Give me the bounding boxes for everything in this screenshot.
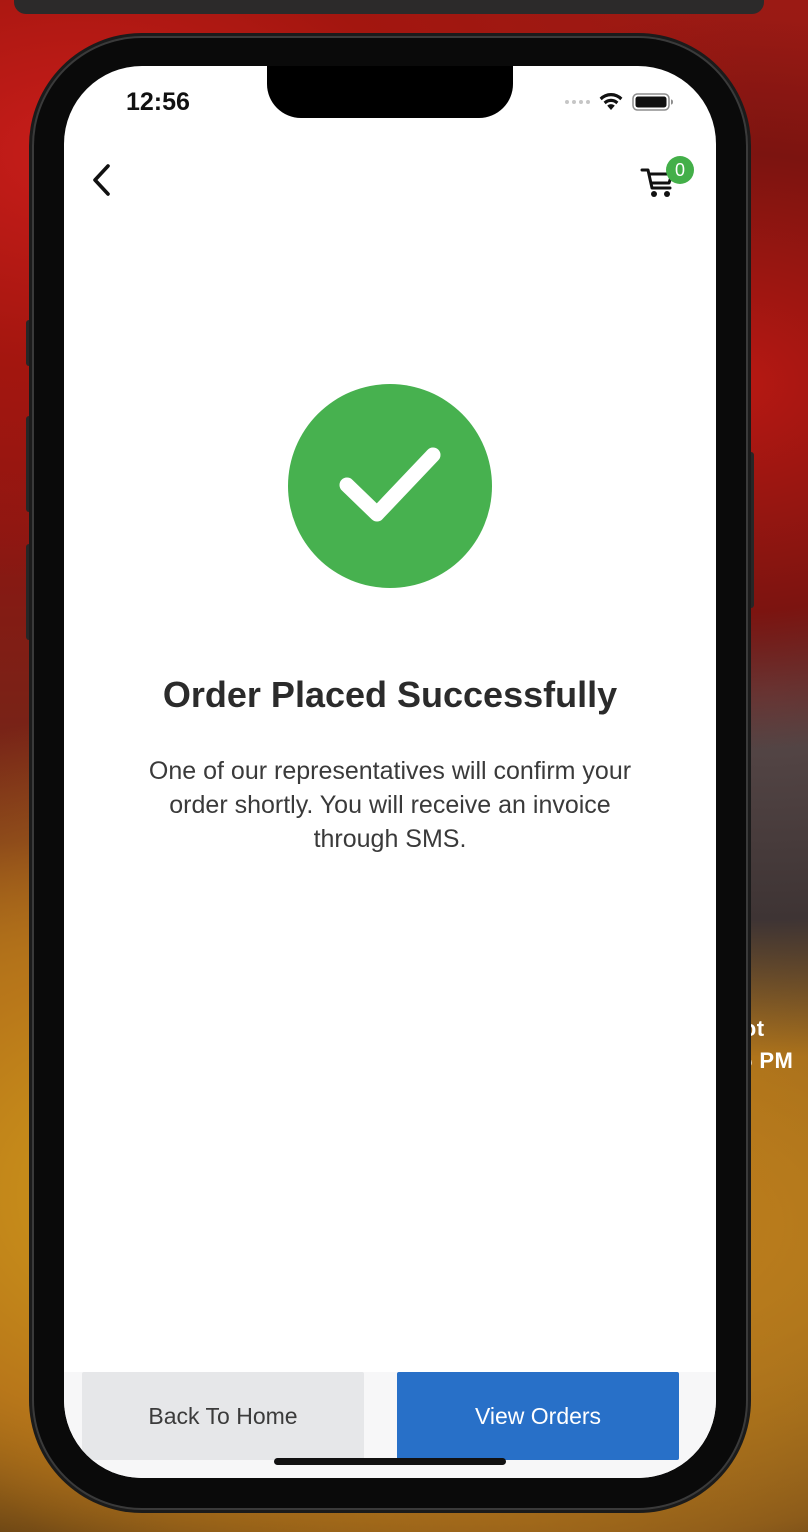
success-badge <box>288 384 492 588</box>
view-orders-button[interactable]: View Orders <box>397 1372 679 1460</box>
phone-screen: 12:56 0 Order Placed Successfully One of… <box>64 66 716 1478</box>
home-indicator[interactable] <box>274 1458 506 1465</box>
phone-volume-up-button <box>26 416 34 512</box>
phone-volume-down-button <box>26 544 34 640</box>
background-partial-text-bottom: 5 PM <box>740 1048 794 1073</box>
status-icons <box>565 92 674 112</box>
page-title: Order Placed Successfully <box>162 674 618 715</box>
cart-button[interactable]: 0 <box>638 156 694 204</box>
phone-silent-switch <box>26 320 34 366</box>
check-icon <box>339 447 441 522</box>
back-to-home-button[interactable]: Back To Home <box>82 1372 364 1460</box>
cellular-signal-icon <box>565 100 590 104</box>
phone-power-button <box>746 452 754 608</box>
background-partial-text-top: ɔt <box>744 1016 765 1041</box>
battery-icon <box>632 93 673 111</box>
wifi-icon <box>599 93 623 110</box>
status-time: 12:56 <box>126 88 190 116</box>
phone-notch <box>267 66 513 118</box>
confirmation-message: One of our representatives will confirm … <box>148 757 632 853</box>
chevron-left-icon <box>93 164 110 196</box>
window-top-strip <box>14 0 764 14</box>
back-button[interactable] <box>82 160 122 200</box>
cart-count-badge: 0 <box>666 156 694 184</box>
